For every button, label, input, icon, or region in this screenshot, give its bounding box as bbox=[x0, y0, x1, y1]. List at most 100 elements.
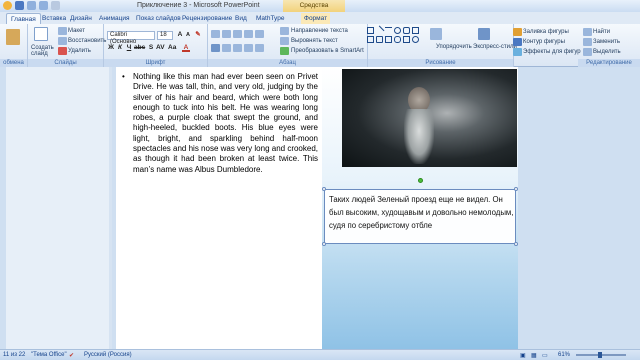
align-text-button[interactable]: Выровнять текст bbox=[291, 38, 338, 44]
shapes-gallery[interactable] bbox=[367, 25, 427, 51]
new-slide-button[interactable]: Создать слайд bbox=[31, 45, 55, 57]
font-name-dropdown[interactable]: Calibri (Основно bbox=[107, 31, 155, 45]
rounded-rect-icon[interactable] bbox=[403, 27, 410, 34]
shape-effects-button[interactable]: Эффекты для фигур bbox=[523, 49, 581, 55]
align-left-icon[interactable] bbox=[211, 44, 220, 52]
brace-icon[interactable] bbox=[394, 36, 401, 43]
arrow-icon[interactable] bbox=[385, 27, 392, 34]
slide-canvas[interactable]: • Nothing like this man had ever been se… bbox=[116, 67, 518, 349]
shape-fill-button[interactable]: Заливка фигуры bbox=[523, 29, 569, 35]
russian-paragraph[interactable]: Таких людей Зеленый проезд еще не видел.… bbox=[329, 193, 515, 232]
text-direction-button[interactable]: Направление текста bbox=[291, 28, 348, 34]
underline-icon[interactable]: Ч bbox=[125, 44, 133, 52]
italic-icon[interactable]: К bbox=[116, 44, 124, 52]
tab-design[interactable]: Дизайн bbox=[70, 13, 92, 24]
tab-home[interactable]: Главная bbox=[6, 13, 41, 24]
tab-review[interactable]: Рецензирование bbox=[182, 13, 232, 24]
status-bar: 11 из 22 "Тема Office" ✔ Русский (Россия… bbox=[0, 349, 640, 360]
smartart-icon bbox=[280, 47, 289, 55]
print-icon[interactable] bbox=[51, 1, 60, 10]
justify-icon[interactable] bbox=[244, 44, 253, 52]
resize-handle-bl[interactable] bbox=[322, 242, 326, 246]
editing-group: Найти Заменить Выделить Редактирование bbox=[578, 24, 640, 67]
spellcheck-icon[interactable]: ✔ bbox=[69, 352, 74, 359]
reset-button[interactable]: Восстановить bbox=[68, 38, 106, 44]
decrease-indent-icon[interactable] bbox=[233, 30, 242, 38]
drawing-tools-context: Средства рисования bbox=[283, 0, 345, 21]
quick-styles-button[interactable]: Экспресс-стили bbox=[473, 44, 517, 50]
dumbledore-photo[interactable] bbox=[342, 69, 517, 167]
numbering-icon[interactable] bbox=[222, 30, 231, 38]
font-color-icon[interactable]: A bbox=[182, 44, 190, 52]
bullets-icon[interactable] bbox=[211, 30, 220, 38]
rectangle-icon[interactable] bbox=[367, 27, 374, 34]
select-icon bbox=[583, 48, 592, 56]
view-normal-icon[interactable]: ▣ bbox=[520, 352, 526, 359]
increase-indent-icon[interactable] bbox=[244, 30, 253, 38]
select-button[interactable]: Выделить bbox=[593, 49, 621, 55]
language-indicator[interactable]: Русский (Россия) bbox=[84, 352, 132, 358]
rotation-handle[interactable] bbox=[418, 178, 423, 183]
russian-text-box[interactable]: Таких людей Зеленый проезд еще не видел.… bbox=[322, 187, 518, 246]
tab-animation[interactable]: Анимация bbox=[99, 13, 130, 24]
redo-icon[interactable] bbox=[39, 1, 48, 10]
bullet: • bbox=[122, 72, 125, 81]
pane-splitter[interactable] bbox=[109, 67, 112, 349]
title-bar: Приключение 3 - Microsoft PowerPoint Сре… bbox=[0, 0, 640, 21]
spacing-icon[interactable]: AV bbox=[156, 44, 165, 52]
workspace-background bbox=[518, 67, 640, 349]
bold-icon[interactable]: Ж bbox=[107, 44, 115, 52]
triangle-icon[interactable] bbox=[412, 27, 419, 34]
hexagon-icon[interactable] bbox=[403, 36, 410, 43]
delete-button[interactable]: Удалить bbox=[68, 48, 91, 54]
replace-button[interactable]: Заменить bbox=[593, 39, 620, 45]
arrange-button[interactable]: Упорядочить bbox=[436, 44, 472, 50]
tab-view[interactable]: Вид bbox=[235, 13, 247, 24]
save-icon[interactable] bbox=[15, 1, 24, 10]
slides-pane bbox=[0, 67, 112, 349]
callout-icon[interactable] bbox=[367, 36, 374, 43]
view-sorter-icon[interactable]: ▦ bbox=[531, 352, 537, 359]
quick-access-toolbar bbox=[3, 1, 60, 10]
star-icon[interactable] bbox=[376, 36, 383, 43]
columns-icon[interactable] bbox=[255, 44, 264, 52]
smartart-button[interactable]: Преобразовать в SmartArt bbox=[291, 48, 364, 54]
oval-icon[interactable] bbox=[394, 27, 401, 34]
tab-format[interactable]: Формат bbox=[301, 13, 331, 24]
resize-handle-tl[interactable] bbox=[322, 187, 326, 191]
zoom-slider-thumb[interactable] bbox=[598, 352, 602, 358]
cloud-icon[interactable] bbox=[412, 36, 419, 43]
english-text-box[interactable]: • Nothing like this man had ever been se… bbox=[120, 72, 318, 175]
view-slideshow-icon[interactable]: ▭ bbox=[542, 352, 548, 359]
strikethrough-icon[interactable]: abc bbox=[134, 44, 145, 52]
zoom-level[interactable]: 61% bbox=[558, 352, 570, 358]
tab-slideshow[interactable]: Показ слайдов bbox=[136, 13, 181, 24]
find-button[interactable]: Найти bbox=[593, 29, 610, 35]
shape-outline-button[interactable]: Контур фигуры bbox=[523, 39, 565, 45]
editing-group-label: Редактирование bbox=[578, 59, 640, 67]
undo-icon[interactable] bbox=[27, 1, 36, 10]
shrink-font-icon[interactable]: A bbox=[184, 31, 192, 39]
paragraph-group: Направление текста Выровнять текст Преоб… bbox=[208, 24, 368, 67]
line-spacing-icon[interactable] bbox=[255, 30, 264, 38]
shadow-icon[interactable]: S bbox=[147, 44, 155, 52]
layout-icon bbox=[58, 27, 67, 35]
photo-beard bbox=[404, 109, 434, 164]
tab-insert[interactable]: Вставка bbox=[42, 13, 66, 24]
shape-outline-icon bbox=[513, 38, 522, 46]
office-button-icon[interactable] bbox=[3, 1, 12, 10]
grow-font-icon[interactable]: A bbox=[176, 31, 184, 39]
block-arrow-icon[interactable] bbox=[385, 36, 392, 43]
change-case-icon[interactable]: Aa bbox=[168, 44, 176, 52]
ribbon-tabs: Главная Вставка Дизайн Анимация Показ сл… bbox=[0, 12, 640, 24]
clipboard-group: обмена bbox=[0, 24, 28, 67]
paste-icon[interactable] bbox=[6, 29, 20, 45]
align-right-icon[interactable] bbox=[233, 44, 242, 52]
clear-format-icon[interactable]: ✎ bbox=[194, 31, 202, 39]
layout-button[interactable]: Макет bbox=[68, 28, 85, 34]
align-center-icon[interactable] bbox=[222, 44, 231, 52]
new-slide-icon[interactable] bbox=[34, 27, 48, 41]
tab-mathtype[interactable]: MathType bbox=[256, 13, 285, 24]
font-size-dropdown[interactable]: 18 bbox=[157, 31, 173, 40]
line-icon[interactable] bbox=[374, 25, 385, 36]
